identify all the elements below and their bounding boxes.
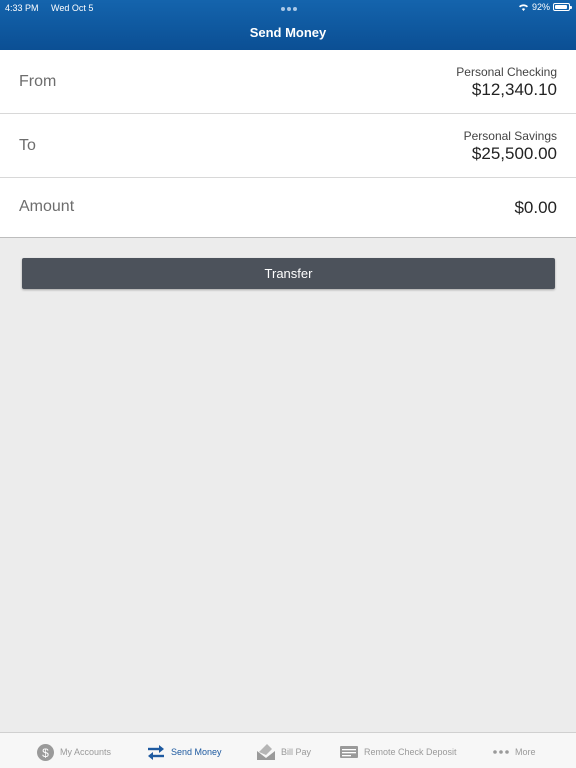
amount-label: Amount: [19, 198, 75, 215]
from-account-name: Personal Checking: [456, 65, 557, 79]
to-account-name: Personal Savings: [463, 129, 557, 143]
status-bar: 4:33 PM Wed Oct 5: [5, 3, 103, 13]
transfer-button[interactable]: Transfer: [22, 258, 555, 289]
amount-row[interactable]: Amount $0.00: [0, 178, 576, 236]
to-label: To: [19, 137, 36, 154]
more-dots-icon: [493, 750, 509, 754]
battery-percent: 92%: [531, 2, 550, 12]
to-row[interactable]: To Personal Savings $25,500.00: [0, 114, 576, 178]
to-account-balance: $25,500.00: [471, 144, 557, 163]
tab-bill-pay[interactable]: Bill Pay: [257, 741, 311, 763]
tab-send-money[interactable]: Send Money: [147, 741, 222, 763]
tab-label: Send Money: [171, 747, 222, 757]
tab-bar: $ My Accounts Send Money Bill Pay Remote…: [0, 732, 576, 768]
tab-remote-check-deposit[interactable]: Remote Check Deposit: [340, 741, 457, 763]
battery-icon: [553, 3, 572, 11]
tab-my-accounts[interactable]: $ My Accounts: [37, 741, 111, 763]
from-row[interactable]: From Personal Checking $12,340.10: [0, 50, 576, 114]
wifi-icon: [518, 4, 528, 11]
dollar-icon: $: [37, 743, 54, 761]
status-time: 4:33 PM: [5, 3, 39, 13]
from-label: From: [19, 73, 57, 90]
tab-label: My Accounts: [60, 747, 112, 757]
tab-label: Remote Check Deposit: [364, 747, 457, 757]
tab-label: More: [515, 747, 536, 757]
check-icon: [340, 746, 358, 758]
status-indicators: 92%: [518, 2, 572, 12]
from-account-balance: $12,340.10: [471, 80, 557, 99]
transfer-form: From Personal Checking $12,340.10 To Per…: [0, 50, 576, 238]
bill-envelope-icon: [257, 744, 275, 760]
status-date: Wed Oct 5: [51, 3, 94, 13]
app-header: 4:33 PM Wed Oct 5 92% Send Money: [0, 0, 576, 50]
multitask-dots-icon[interactable]: [281, 7, 297, 11]
tab-more[interactable]: More: [493, 741, 536, 763]
transfer-arrows-icon: [148, 744, 164, 760]
svg-text:$: $: [42, 746, 49, 760]
amount-value[interactable]: $0.00: [514, 198, 557, 218]
page-title: Send Money: [249, 25, 327, 40]
tab-label: Bill Pay: [281, 747, 312, 757]
